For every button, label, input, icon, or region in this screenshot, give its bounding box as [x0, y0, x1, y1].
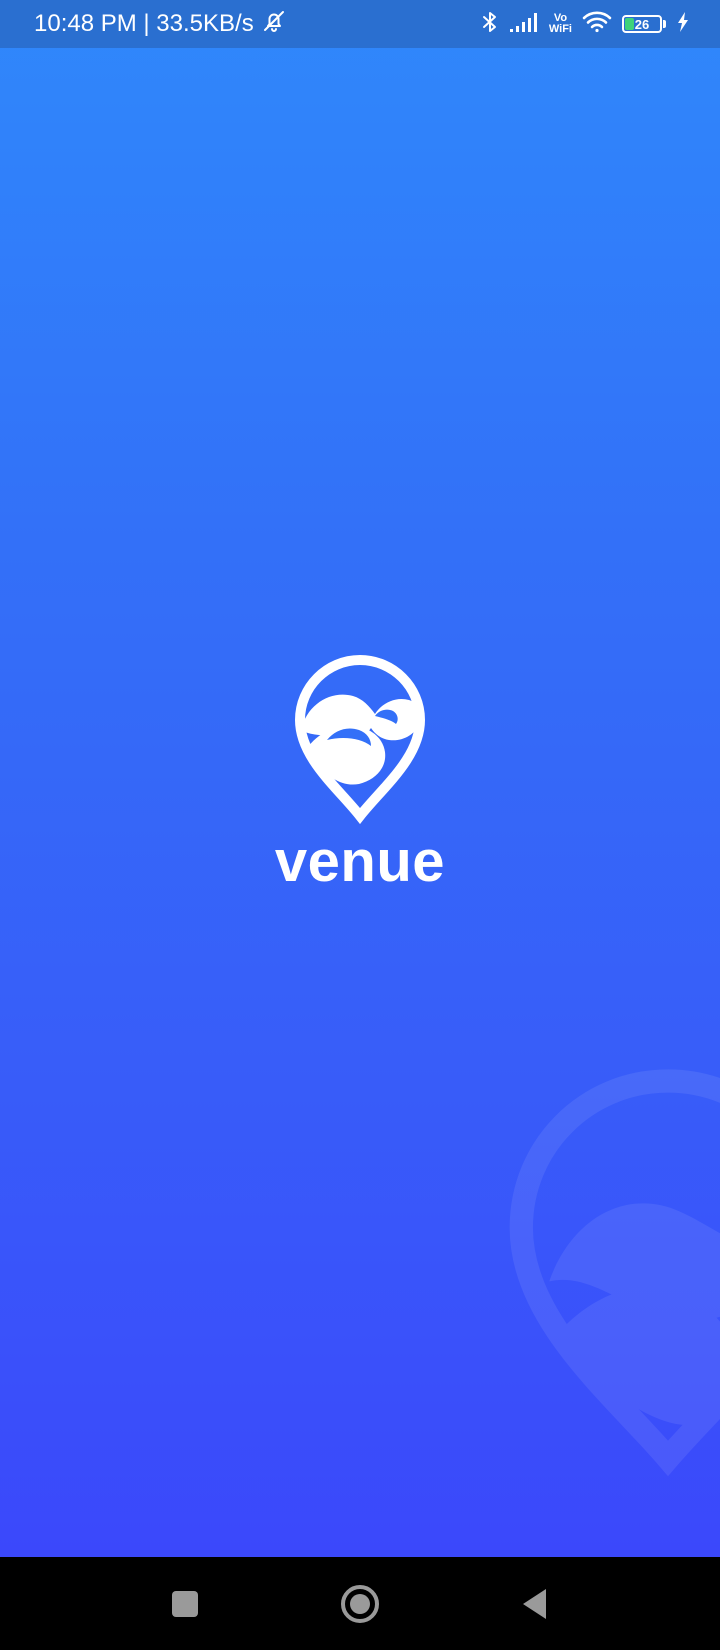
- charging-icon: [676, 11, 690, 38]
- bell-off-icon: [262, 9, 286, 40]
- status-left: 10:48 PM | 33.5KB/s: [34, 9, 286, 40]
- signal-icon: [509, 11, 539, 38]
- battery-tip: [663, 20, 666, 28]
- venue-logo-icon: [294, 654, 426, 824]
- bluetooth-icon: [481, 10, 499, 39]
- vowifi-bottom: WiFi: [548, 23, 572, 35]
- battery-fill: [625, 18, 634, 30]
- splash-screen: 10:48 PM | 33.5KB/s Vo WiFi 26 venue: [0, 0, 720, 1557]
- wifi-icon: [582, 11, 612, 38]
- vowifi-indicator: Vo WiFi: [549, 13, 572, 35]
- background-logo-watermark: [509, 1069, 720, 1477]
- time-and-speed: 10:48 PM | 33.5KB/s: [34, 10, 254, 37]
- app-name: venue: [274, 829, 446, 894]
- logo-group: venue: [0, 652, 720, 895]
- home-button[interactable]: [335, 1579, 385, 1629]
- navigation-bar: [0, 1557, 720, 1650]
- battery-level: 26: [634, 16, 650, 32]
- recents-square-icon: [172, 1590, 198, 1617]
- back-triangle-icon: [523, 1588, 546, 1619]
- status-bar: 10:48 PM | 33.5KB/s Vo WiFi 26: [0, 0, 720, 48]
- status-right: Vo WiFi 26: [481, 10, 690, 39]
- back-button[interactable]: [510, 1579, 560, 1629]
- battery-icon: 26: [622, 15, 666, 33]
- recents-button[interactable]: [160, 1579, 210, 1629]
- battery-body: 26: [622, 15, 662, 33]
- home-circle-icon: [341, 1584, 379, 1623]
